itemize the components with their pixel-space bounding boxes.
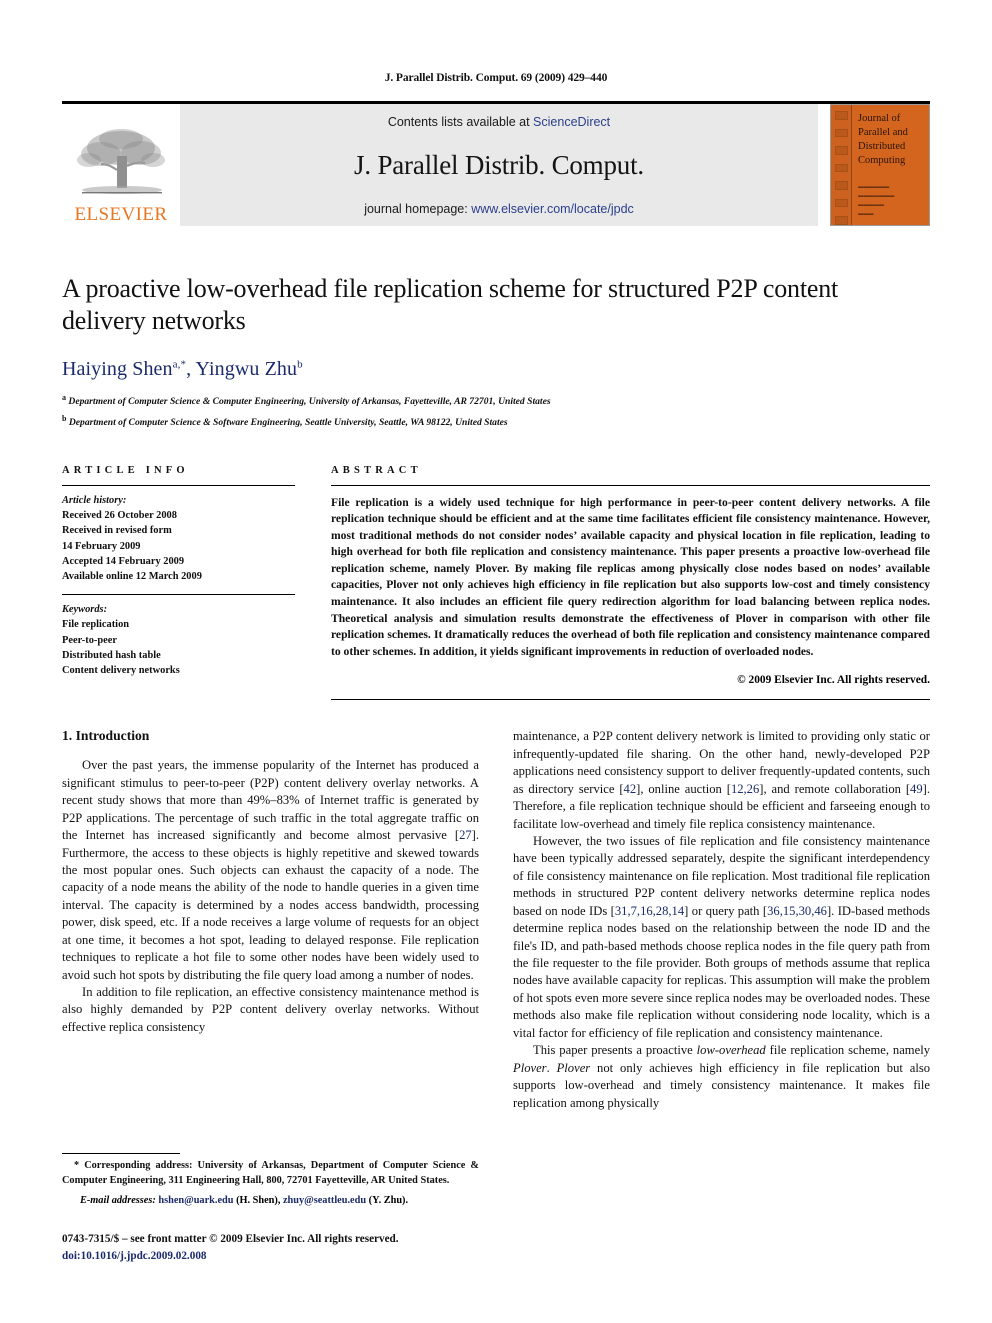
contents-available-line: Contents lists available at ScienceDirec… xyxy=(388,115,610,129)
footnote-rule xyxy=(62,1153,180,1155)
history-item: 14 February 2009 xyxy=(62,540,141,552)
abstract-rule-bottom xyxy=(331,699,930,701)
paragraph: maintenance, a P2P content delivery netw… xyxy=(513,729,930,831)
body-column-left: 1. Introduction Over the past years, the… xyxy=(62,728,479,1208)
keyword-item: Peer-to-peer xyxy=(62,634,117,646)
email-link-1[interactable]: hshen@uark.edu xyxy=(158,1195,233,1206)
corresponding-address-text: * Corresponding address: University of A… xyxy=(62,1160,479,1187)
keyword-item: Distributed hash table xyxy=(62,650,161,662)
article-history-group: Article history: Received 26 October 200… xyxy=(62,486,295,594)
paragraph: However, the two issues of file replicat… xyxy=(513,833,930,1040)
elsevier-wordmark: ELSEVIER xyxy=(74,204,168,225)
history-item: Received 26 October 2008 xyxy=(62,509,177,521)
author-list: Haiying Shena,*, Yingwu Zhub xyxy=(62,358,303,381)
email-owner-2: (Y. Zhu). xyxy=(368,1194,409,1206)
corresponding-address-note: * Corresponding address: University of A… xyxy=(62,1159,479,1188)
abstract-column: ABSTRACT File replication is a widely us… xyxy=(331,465,930,701)
article-history-label: Article history: xyxy=(62,494,127,506)
elsevier-logo: ELSEVIER xyxy=(62,104,180,226)
elsevier-tree-icon xyxy=(77,129,165,194)
journal-homepage-line: journal homepage: www.elsevier.com/locat… xyxy=(364,202,634,216)
sciencedirect-link[interactable]: ScienceDirect xyxy=(533,115,610,129)
journal-masthead: ELSEVIER Contents lists available at Sci… xyxy=(62,101,930,226)
article-info-heading: ARTICLE INFO xyxy=(62,464,189,476)
journal-cover-thumbnail: Journal of Parallel and Distributed Comp… xyxy=(830,104,930,226)
author-1-marks: a,* xyxy=(172,358,187,371)
history-item: Received in revised form xyxy=(62,525,172,537)
abstract-text: File replication is a widely used techni… xyxy=(331,495,930,658)
history-item: Accepted 14 February 2009 xyxy=(62,556,185,568)
paragraph: In addition to file replication, an effe… xyxy=(62,985,479,1034)
keywords-group: Keywords: File replication Peer-to-peer … xyxy=(62,595,295,688)
affiliation-a-text: Department of Computer Science & Compute… xyxy=(68,396,551,408)
doi-line[interactable]: doi:10.1016/j.jpdc.2009.02.008 xyxy=(62,1248,399,1265)
keyword-item: File replication xyxy=(62,619,130,631)
footnote-area: * Corresponding address: University of A… xyxy=(62,1153,479,1208)
cover-title-block: Journal of Parallel and Distributed Comp… xyxy=(852,105,929,225)
section-heading-introduction: 1. Introduction xyxy=(62,728,150,744)
body-columns: 1. Introduction Over the past years, the… xyxy=(62,728,930,1208)
cover-line-3: Distributed xyxy=(858,140,906,152)
history-item: Available online 12 March 2009 xyxy=(62,571,202,583)
affiliation-a: a Department of Computer Science & Compu… xyxy=(62,392,930,410)
title-block: A proactive low-overhead file replicatio… xyxy=(62,273,930,432)
issn-doi-block: 0743-7315/$ – see front matter © 2009 El… xyxy=(62,1231,399,1265)
journal-title: J. Parallel Distrib. Comput. xyxy=(354,150,644,180)
email-owner-1: (H. Shen), xyxy=(236,1194,281,1206)
affiliation-b-text: Department of Computer Science & Softwar… xyxy=(68,417,508,429)
affiliation-b: b Department of Computer Science & Softw… xyxy=(62,413,930,431)
page-title: A proactive low-overhead file replicatio… xyxy=(62,274,839,335)
abstract-heading: ABSTRACT xyxy=(331,464,422,476)
paper-page: J. Parallel Distrib. Comput. 69 (2009) 4… xyxy=(62,0,930,1323)
issn-line: 0743-7315/$ – see front matter © 2009 El… xyxy=(62,1233,399,1246)
affiliation-b-mark: b xyxy=(62,414,67,424)
running-head: J. Parallel Distrib. Comput. 69 (2009) 4… xyxy=(384,72,608,84)
email-link-2[interactable]: zhuy@seattleu.edu xyxy=(283,1195,366,1206)
author-1: Haiying Shen xyxy=(62,358,173,381)
masthead-band: Contents lists available at ScienceDirec… xyxy=(180,104,818,226)
keywords-label: Keywords: xyxy=(62,603,108,615)
paragraph: This paper presents a proactive low-over… xyxy=(513,1043,931,1110)
abstract-copyright: © 2009 Elsevier Inc. All rights reserved… xyxy=(737,674,930,687)
email-addresses-note: E-mail addresses: hshen@uark.edu (H. She… xyxy=(62,1194,479,1209)
cover-line-1: Journal of xyxy=(858,113,901,124)
journal-homepage-link[interactable]: www.elsevier.com/locate/jpdc xyxy=(471,202,634,216)
author-2-marks: b xyxy=(297,358,303,371)
cover-line-4: Computing xyxy=(858,154,906,166)
body-column-right: maintenance, a P2P content delivery netw… xyxy=(513,728,930,1208)
contents-prefix: Contents lists available at xyxy=(387,115,534,129)
author-2: Yingwu Zhu xyxy=(195,358,298,381)
homepage-prefix: journal homepage: xyxy=(364,202,472,216)
email-label: E-mail addresses: xyxy=(80,1194,156,1206)
keyword-item: Content delivery networks xyxy=(62,665,180,677)
cover-side-strip xyxy=(831,105,852,225)
article-info-column: ARTICLE INFO Article history: Received 2… xyxy=(62,465,295,701)
affiliation-a-mark: a xyxy=(62,393,66,403)
cover-editor-lines: ▬▬▬▬▬▬ ▬▬▬▬▬▬▬ ▬▬▬▬▬ ▬▬▬ xyxy=(858,184,895,217)
cover-line-2: Parallel and xyxy=(858,126,908,138)
paragraph: Over the past years, the immense popular… xyxy=(62,758,479,982)
info-abstract-region: ARTICLE INFO Article history: Received 2… xyxy=(62,465,930,701)
